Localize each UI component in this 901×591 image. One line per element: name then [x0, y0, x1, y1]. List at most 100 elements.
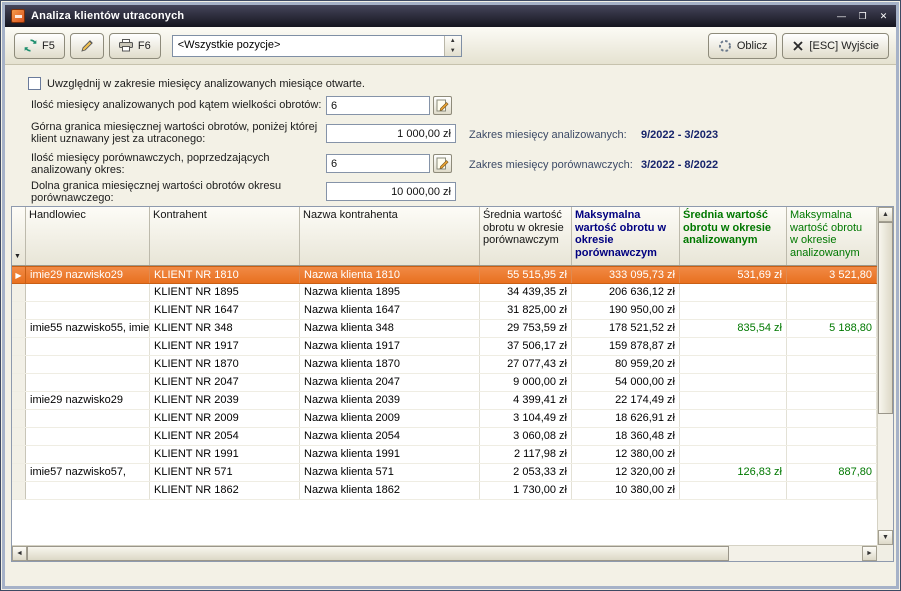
- refresh-f5-button[interactable]: F5: [14, 33, 65, 59]
- table-row[interactable]: KLIENT NR 1647Nazwa klienta 164731 825,0…: [12, 302, 877, 320]
- open-months-checkbox[interactable]: [28, 77, 41, 90]
- cell-nazwa-kontrahenta: Nazwa klienta 2047: [300, 374, 480, 391]
- cell-nazwa-kontrahenta: Nazwa klienta 1991: [300, 446, 480, 463]
- comparative-months-edit-button[interactable]: [433, 154, 452, 173]
- table-row[interactable]: KLIENT NR 2054Nazwa klienta 20543 060,08…: [12, 428, 877, 446]
- horizontal-scrollbar[interactable]: ◄ ►: [12, 545, 877, 561]
- table-row[interactable]: KLIENT NR 1991Nazwa klienta 19912 117,98…: [12, 446, 877, 464]
- cell-srednia-analizowany: [680, 446, 787, 463]
- row-indicator-arrow-icon: ▶: [12, 267, 26, 283]
- table-row[interactable]: KLIENT NR 1917Nazwa klienta 191737 506,1…: [12, 338, 877, 356]
- table-row[interactable]: KLIENT NR 2009Nazwa klienta 20093 104,49…: [12, 410, 877, 428]
- cell-nazwa-kontrahenta: Nazwa klienta 1647: [300, 302, 480, 319]
- upper-limit-input[interactable]: [326, 124, 456, 143]
- column-header-maksymalna-analizowany[interactable]: Maksymalna wartość obrotu w okresie anal…: [787, 207, 877, 265]
- lower-limit-input[interactable]: [326, 182, 456, 201]
- window-title: Analiza klientów utraconych: [31, 10, 184, 22]
- cell-handlowiec: [26, 374, 150, 391]
- column-header-maksymalna-porownawczy[interactable]: Maksymalna wartość obrotu w okresie poró…: [572, 207, 680, 265]
- cell-nazwa-kontrahenta: Nazwa klienta 2039: [300, 392, 480, 409]
- analyzed-range-value: 9/2022 - 3/2023: [641, 129, 718, 141]
- cell-srednia-porownawczy: 2 117,98 zł: [480, 446, 572, 463]
- table-row[interactable]: KLIENT NR 2047Nazwa klienta 20479 000,00…: [12, 374, 877, 392]
- edit-button[interactable]: [70, 33, 104, 59]
- cell-handlowiec: imie57 nazwisko57,: [26, 464, 150, 481]
- scroll-up-icon[interactable]: ▲: [878, 207, 893, 222]
- cell-srednia-porownawczy: 37 506,17 zł: [480, 338, 572, 355]
- cell-srednia-porownawczy: 4 399,41 zł: [480, 392, 572, 409]
- row-indicator: [12, 392, 26, 409]
- param-analyzed-months-label: Ilość miesięcy analizowanych pod kątem w…: [31, 99, 324, 111]
- spin-down-icon[interactable]: ▼: [445, 46, 461, 56]
- filter-arrow-icon[interactable]: ▼: [14, 251, 21, 264]
- cell-maksymalna-porownawczy: 18 360,48 zł: [572, 428, 680, 445]
- exit-button[interactable]: [ESC] Wyjście: [782, 33, 889, 59]
- cell-kontrahent: KLIENT NR 2009: [150, 410, 300, 427]
- cell-handlowiec: [26, 410, 150, 427]
- scroll-right-icon[interactable]: ►: [862, 546, 877, 561]
- column-header-handlowiec[interactable]: Handlowiec: [26, 207, 150, 265]
- minimize-button[interactable]: —: [833, 9, 850, 24]
- refresh-icon: [24, 39, 37, 52]
- cell-handlowiec: imie29 nazwisko29: [26, 267, 150, 283]
- vertical-scrollbar[interactable]: ▲ ▼: [877, 207, 893, 545]
- refresh-key-label: F5: [42, 40, 55, 52]
- cell-kontrahent: KLIENT NR 2047: [150, 374, 300, 391]
- combo-spinner: ▲ ▼: [444, 36, 461, 56]
- scroll-left-icon[interactable]: ◄: [12, 546, 27, 561]
- cell-srednia-porownawczy: 31 825,00 zł: [480, 302, 572, 319]
- toolbar: F5 F6 <Wszystkie pozycje> ▲ ▼ Oblicz: [5, 27, 898, 65]
- table-row[interactable]: imie55 nazwisko55, imie2KLIENT NR 348Naz…: [12, 320, 877, 338]
- cell-srednia-porownawczy: 3 104,49 zł: [480, 410, 572, 427]
- column-header-srednia-analizowany[interactable]: Średnia wartość obrotu w okresie analizo…: [680, 207, 787, 265]
- results-grid: ▼HandlowiecKontrahentNazwa kontrahentaŚr…: [11, 206, 894, 562]
- horizontal-scroll-thumb[interactable]: [27, 546, 729, 561]
- resize-grip[interactable]: [880, 570, 893, 583]
- grid-header-row: ▼HandlowiecKontrahentNazwa kontrahentaŚr…: [12, 207, 877, 266]
- cell-srednia-porownawczy: 55 515,95 zł: [480, 267, 572, 283]
- vertical-scroll-thumb[interactable]: [878, 222, 893, 414]
- row-indicator: [12, 482, 26, 499]
- spin-up-icon[interactable]: ▲: [445, 36, 461, 46]
- cell-maksymalna-porownawczy: 333 095,73 zł: [572, 267, 680, 283]
- maximize-button[interactable]: ❐: [854, 9, 871, 24]
- table-row[interactable]: KLIENT NR 1870Nazwa klienta 187027 077,4…: [12, 356, 877, 374]
- position-filter-combo[interactable]: <Wszystkie pozycje> ▲ ▼: [172, 35, 462, 57]
- table-row[interactable]: KLIENT NR 1895Nazwa klienta 189534 439,3…: [12, 284, 877, 302]
- column-header-nazwa-kontrahenta[interactable]: Nazwa kontrahenta: [300, 207, 480, 265]
- cell-maksymalna-porownawczy: 12 320,00 zł: [572, 464, 680, 481]
- table-row[interactable]: KLIENT NR 1862Nazwa klienta 18621 730,00…: [12, 482, 877, 500]
- print-f6-button[interactable]: F6: [109, 33, 161, 59]
- cell-kontrahent: KLIENT NR 1917: [150, 338, 300, 355]
- cell-nazwa-kontrahenta: Nazwa klienta 348: [300, 320, 480, 337]
- cell-kontrahent: KLIENT NR 2054: [150, 428, 300, 445]
- comparative-range-value: 3/2022 - 8/2022: [641, 159, 718, 171]
- table-row-selected[interactable]: ▶imie29 nazwisko29KLIENT NR 1810Nazwa kl…: [12, 266, 877, 284]
- close-button[interactable]: ✕: [875, 9, 892, 24]
- table-row[interactable]: imie57 nazwisko57,KLIENT NR 571Nazwa kli…: [12, 464, 877, 482]
- cell-nazwa-kontrahenta: Nazwa klienta 1917: [300, 338, 480, 355]
- row-indicator: [12, 464, 26, 481]
- analyzed-months-input[interactable]: [326, 96, 430, 115]
- cell-srednia-analizowany: [680, 338, 787, 355]
- cell-maksymalna-porownawczy: 10 380,00 zł: [572, 482, 680, 499]
- analyzed-months-edit-button[interactable]: [433, 96, 452, 115]
- cell-srednia-analizowany: 531,69 zł: [680, 267, 787, 283]
- column-header-srednia-porownawczy[interactable]: Średnia wartość obrotu w okresie porówna…: [480, 207, 572, 265]
- grid-indicator-header[interactable]: ▼: [12, 207, 26, 265]
- cell-handlowiec: [26, 356, 150, 373]
- open-months-label: Uwzględnij w zakresie miesięcy analizowa…: [47, 78, 365, 90]
- comparative-months-input[interactable]: [326, 154, 430, 173]
- table-row[interactable]: imie29 nazwisko29KLIENT NR 2039Nazwa kli…: [12, 392, 877, 410]
- cell-maksymalna-analizowany: 5 188,80: [787, 320, 877, 337]
- cell-kontrahent: KLIENT NR 1647: [150, 302, 300, 319]
- cell-maksymalna-analizowany: 3 521,80: [787, 267, 877, 283]
- row-indicator: [12, 410, 26, 427]
- exit-label: [ESC] Wyjście: [809, 40, 879, 52]
- scroll-down-icon[interactable]: ▼: [878, 530, 893, 545]
- window-controls: — ❐ ✕: [833, 9, 892, 24]
- cell-nazwa-kontrahenta: Nazwa klienta 1895: [300, 284, 480, 301]
- calculate-button[interactable]: Oblicz: [708, 33, 778, 59]
- column-header-kontrahent[interactable]: Kontrahent: [150, 207, 300, 265]
- cell-handlowiec: [26, 284, 150, 301]
